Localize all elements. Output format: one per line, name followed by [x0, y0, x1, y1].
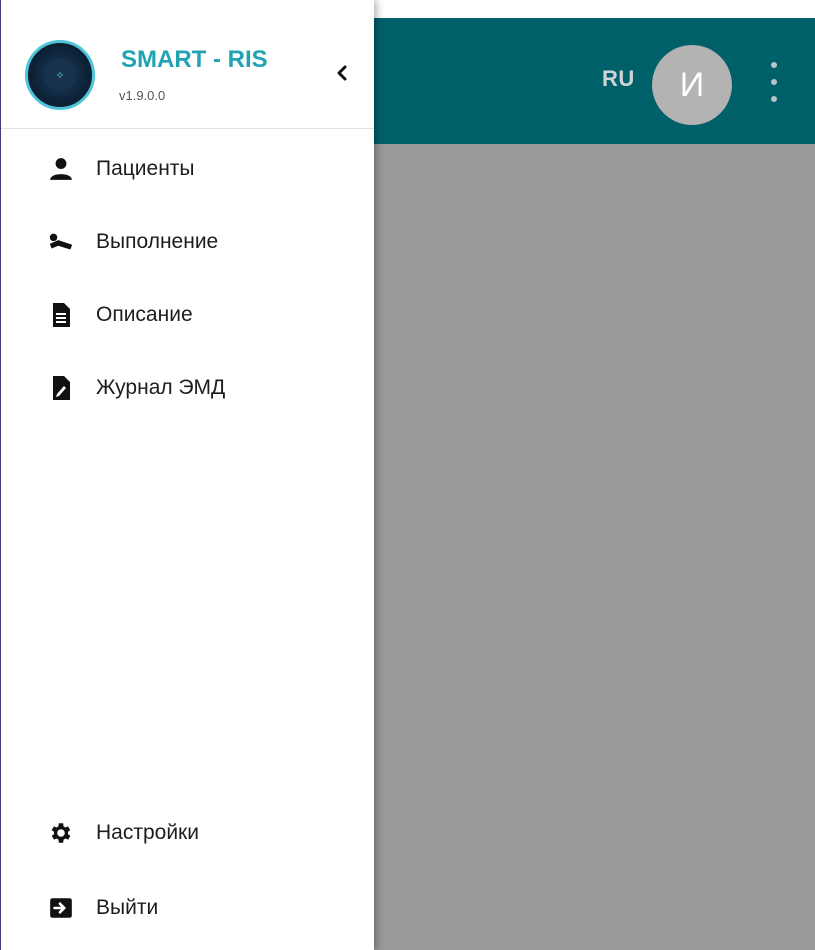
sidebar-item-label: Описание — [96, 303, 193, 326]
patient-lying-icon — [47, 228, 75, 256]
user-avatar[interactable]: И — [652, 45, 732, 125]
app-version: v1.9.0.0 — [119, 88, 166, 103]
sidebar-item-label: Выполнение — [96, 230, 219, 253]
sidebar-item-label: Пациенты — [96, 157, 195, 180]
document-icon — [47, 301, 75, 329]
more-vert-icon[interactable] — [765, 62, 783, 102]
logout-icon — [47, 894, 75, 922]
avatar-initial: И — [679, 65, 705, 104]
sidebar-item-label: Настройки — [96, 821, 199, 844]
top-app-bar — [374, 18, 815, 144]
navigation-drawer: ✧ SMART - RIS v1.9.0.0 Пациенты Выполнен… — [0, 0, 374, 950]
sidebar-item-label: Выйти — [96, 896, 159, 919]
language-switcher[interactable]: RU — [602, 66, 635, 92]
person-icon — [47, 155, 75, 183]
sidebar-item-logout[interactable]: Выйти — [1, 878, 373, 938]
drawer-scrim[interactable] — [374, 144, 815, 950]
collapse-drawer-button[interactable] — [329, 58, 355, 88]
sidebar-item-settings[interactable]: Настройки — [1, 803, 373, 863]
gear-icon — [47, 819, 75, 847]
app-root: RU И ✧ SMART - RIS v1.9.0.0 Пациенты Вып… — [0, 0, 815, 950]
sidebar-item-description[interactable]: Описание — [1, 285, 373, 345]
sidebar-item-patients[interactable]: Пациенты — [1, 139, 373, 199]
app-title: SMART - RIS — [121, 46, 268, 73]
chevron-left-icon — [337, 65, 347, 81]
drawer-header: ✧ SMART - RIS v1.9.0.0 — [1, 0, 374, 129]
document-signature-icon — [47, 374, 75, 402]
smart-ris-logo-icon: ✧ — [25, 40, 95, 110]
sidebar-item-label: Журнал ЭМД — [96, 376, 226, 399]
sidebar-item-emd-journal[interactable]: Журнал ЭМД — [1, 358, 373, 418]
sidebar-item-execution[interactable]: Выполнение — [1, 212, 373, 272]
